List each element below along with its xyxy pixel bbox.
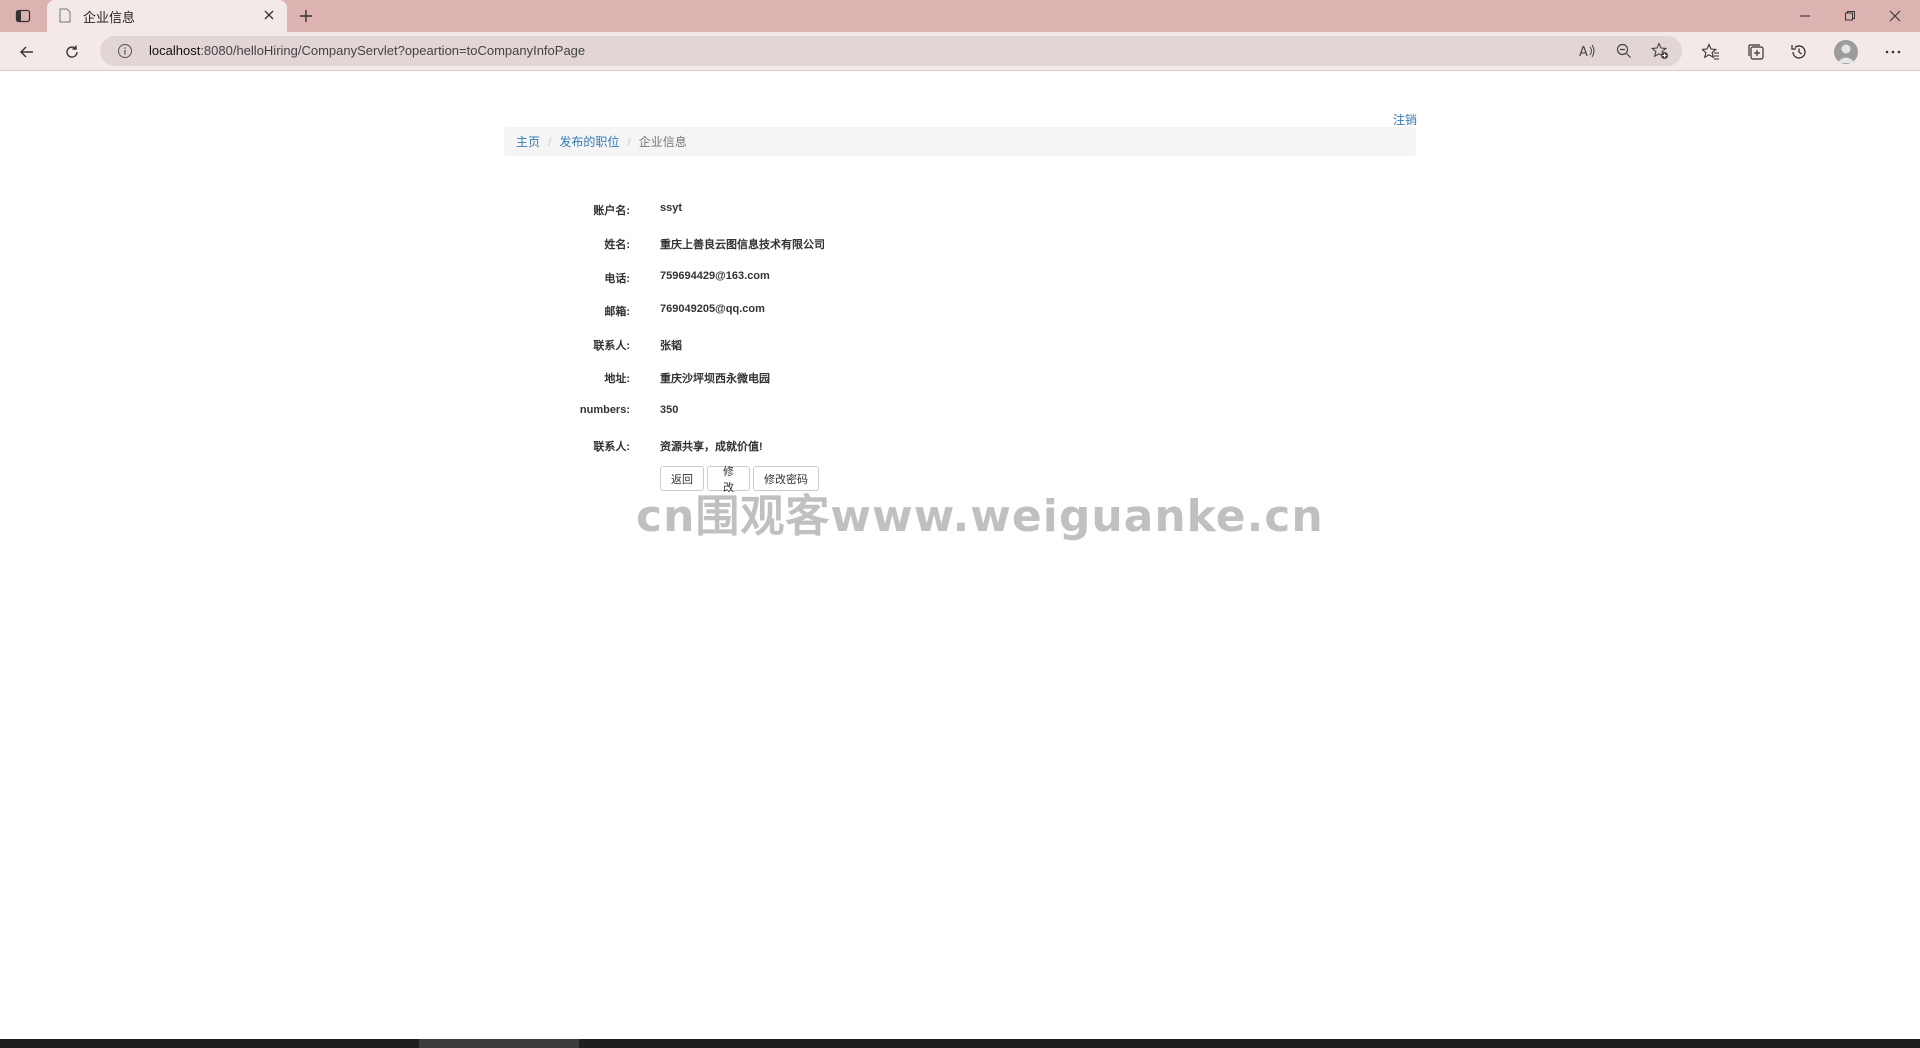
breadcrumb-current: 企业信息 (638, 135, 687, 149)
info-icon[interactable] (117, 43, 133, 59)
taskbar (0, 1039, 1920, 1048)
history-icon[interactable] (1788, 41, 1810, 63)
contact-value: 张韬 (660, 340, 682, 352)
more-icon[interactable] (1882, 41, 1904, 63)
address-row: 地址: 重庆沙坪坝西永微电园 (0, 367, 1920, 387)
restore-icon[interactable] (1840, 6, 1860, 26)
contact-label: 联系人: (593, 340, 630, 352)
numbers-label: numbers: (579, 404, 630, 416)
plus-icon[interactable] (296, 6, 316, 26)
close-icon[interactable] (261, 7, 277, 23)
numbers-row: numbers: 350 (0, 401, 1920, 421)
account-label: 账户名: (593, 205, 630, 217)
tab-bar: 企业信息 (0, 0, 1920, 32)
name-value: 重庆上善良云图信息技术有限公司 (660, 239, 825, 251)
active-tab[interactable]: 企业信息 (47, 0, 287, 32)
address-toolbar: localhost:8080/helloHiring/CompanyServle… (0, 32, 1920, 71)
account-value: ssyt (660, 202, 683, 214)
address-bar[interactable]: localhost:8080/helloHiring/CompanyServle… (100, 36, 1682, 66)
email-value: 769049205@qq.com (660, 303, 765, 315)
slogan-row: 联系人: 资源共享，成就价值! (0, 435, 1920, 455)
url-path: :8080/helloHiring/CompanyServlet?opearti… (200, 43, 586, 58)
minimize-icon[interactable] (1795, 6, 1815, 26)
profile-avatar-icon[interactable] (1834, 40, 1858, 64)
svg-text:A: A (1579, 45, 1588, 59)
numbers-value: 350 (660, 404, 679, 416)
email-label: 邮箱: (604, 306, 630, 318)
breadcrumb-separator: / (627, 134, 631, 149)
url-host: localhost (149, 43, 201, 58)
name-label: 姓名: (604, 239, 630, 251)
email-row: 邮箱: 769049205@qq.com (0, 300, 1920, 320)
address-label: 地址: (604, 373, 630, 385)
close-window-icon[interactable] (1885, 6, 1905, 26)
add-favorite-icon[interactable] (1650, 41, 1670, 61)
taskbar-active-app[interactable] (419, 1039, 579, 1048)
watermark: cn围观客www.weiguanke.cn (636, 491, 1324, 542)
name-row: 姓名: 重庆上善良云图信息技术有限公司 (0, 233, 1920, 253)
phone-label: 电话: (604, 273, 630, 285)
url-text[interactable]: localhost:8080/helloHiring/CompanyServle… (149, 43, 585, 58)
breadcrumb-home[interactable]: 主页 (516, 133, 540, 150)
account-row: 账户名: ssyt (0, 199, 1920, 219)
favorites-icon[interactable] (1700, 41, 1722, 63)
address-value: 重庆沙坪坝西永微电园 (660, 373, 770, 385)
slogan-value: 资源共享，成就价值! (660, 441, 763, 453)
phone-value: 759694429@163.com (660, 270, 770, 282)
contact-row: 联系人: 张韬 (0, 334, 1920, 354)
breadcrumb-jobs[interactable]: 发布的职位 (559, 133, 619, 150)
phone-row: 电话: 759694429@163.com (0, 267, 1920, 287)
refresh-icon[interactable] (61, 41, 83, 63)
breadcrumb: 主页 / 发布的职位 / 企业信息 (504, 127, 1416, 156)
logout-link[interactable]: 注销 (1393, 111, 1417, 128)
zoom-out-icon[interactable] (1614, 41, 1634, 61)
slogan-label: 联系人: (593, 441, 630, 453)
page-icon (59, 8, 71, 23)
sidebar-icon[interactable] (12, 6, 34, 26)
breadcrumb-separator: / (548, 134, 552, 149)
read-aloud-icon[interactable]: A (1578, 41, 1598, 61)
tab-title: 企业信息 (83, 11, 136, 26)
back-icon[interactable] (16, 41, 38, 63)
collections-icon[interactable] (1745, 41, 1767, 63)
